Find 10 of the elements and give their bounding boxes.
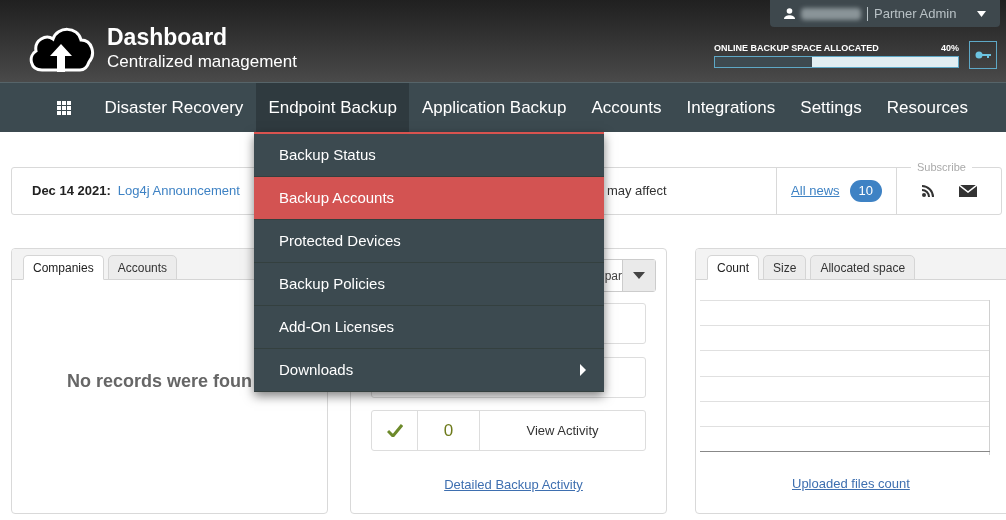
app-subtitle: Centralized management xyxy=(107,53,297,70)
activity-count: 0 xyxy=(418,411,480,450)
empty-message: No records were foun xyxy=(67,370,253,393)
user-role: Partner Admin xyxy=(874,4,957,23)
app-title: Dashboard xyxy=(107,26,229,49)
news-text: may affect xyxy=(606,182,667,201)
news-date: Dec 14 2021: xyxy=(32,182,111,201)
news-count-badge: 10 xyxy=(849,180,882,202)
backup-space-label: ONLINE BACKUP SPACE ALLOCATED xyxy=(714,44,879,53)
backup-space-reading: 40% xyxy=(941,44,959,53)
